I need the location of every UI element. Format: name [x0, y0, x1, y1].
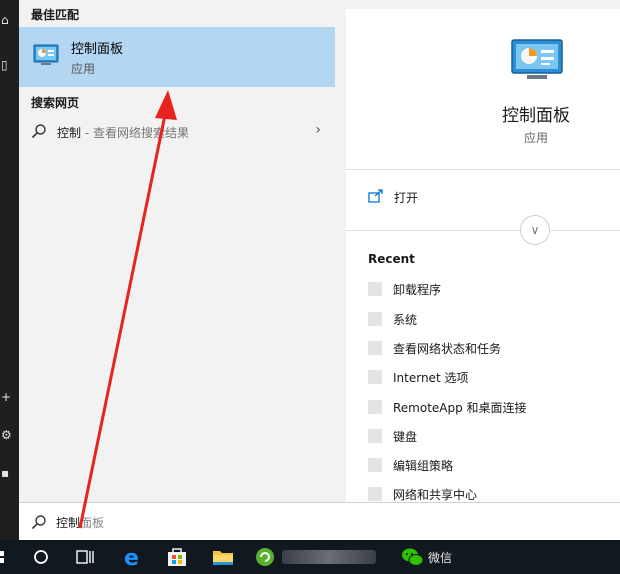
- app-icon[interactable]: [252, 540, 278, 574]
- more-icon[interactable]: +: [0, 387, 19, 407]
- svg-text:e: e: [124, 546, 139, 571]
- divider: [346, 169, 620, 170]
- wechat-label: 微信: [428, 551, 453, 565]
- web-search-result[interactable]: 控制 - 查看网络搜索结果 ›: [19, 118, 335, 146]
- control-panel-icon: [33, 44, 59, 65]
- wechat-icon[interactable]: [400, 540, 426, 574]
- recent-item-label: 键盘: [393, 430, 418, 444]
- recent-item-label: Internet 选项: [393, 371, 469, 385]
- chevron-down-icon: ∨: [530, 223, 540, 237]
- settings-icon[interactable]: ⚙: [0, 425, 19, 445]
- details-title: 控制面板: [502, 106, 570, 126]
- recent-item-icon: [368, 312, 382, 326]
- recent-item-icon: [368, 341, 382, 355]
- search-results-panel: 最佳匹配 控制面板 应用 搜索网页 控制 - 查看网络搜索结果 ›: [19, 0, 335, 502]
- details-subtitle: 应用: [523, 131, 548, 145]
- web-search-heading: 搜索网页: [31, 96, 80, 110]
- documents-icon[interactable]: ▯: [0, 55, 19, 75]
- web-search-query: 控制: [57, 126, 82, 140]
- search-box[interactable]: 控制面板: [19, 502, 620, 540]
- start-menu-rail: ⌂ ▯ + ⚙ ▪: [0, 0, 19, 540]
- best-match-title: 控制面板: [71, 42, 124, 57]
- search-typed-text: 控制: [56, 516, 81, 530]
- chevron-right-icon[interactable]: ›: [315, 122, 321, 138]
- divider: [346, 230, 620, 231]
- taskbar: e 微信: [0, 540, 620, 574]
- cortana-icon[interactable]: [30, 540, 52, 574]
- recent-item-label: 查看网络状态和任务: [393, 342, 502, 356]
- recent-item-icon: [368, 429, 382, 443]
- expand-button[interactable]: ∨: [520, 215, 550, 245]
- task-view-icon[interactable]: [74, 540, 96, 574]
- recent-item-icon: [368, 487, 382, 501]
- search-icon: [31, 515, 46, 530]
- recent-item-label: RemoteApp 和桌面连接: [393, 401, 527, 415]
- home-icon[interactable]: ⌂: [0, 10, 19, 30]
- power-icon[interactable]: ▪: [0, 463, 19, 483]
- recent-item-icon: [368, 458, 382, 472]
- recent-item-label: 卸载程序: [393, 283, 442, 297]
- recent-item-label: 网络和共享中心: [393, 488, 478, 502]
- search-suggestion-text: 面板: [80, 516, 105, 530]
- search-icon: [31, 124, 46, 139]
- edge-icon[interactable]: e: [120, 540, 146, 574]
- blurred-window-title: [282, 550, 376, 564]
- web-search-text: 控制 - 查看网络搜索结果: [57, 124, 189, 141]
- open-icon: [368, 189, 383, 203]
- recent-heading: Recent: [368, 252, 415, 266]
- control-panel-large-icon: [511, 39, 563, 79]
- recent-item-label: 系统: [393, 313, 418, 327]
- best-match-item[interactable]: 控制面板 应用: [19, 27, 335, 87]
- search-input[interactable]: 控制面板: [56, 514, 104, 531]
- store-icon[interactable]: [164, 540, 190, 574]
- details-panel: 控制面板 应用 打开 ∨ Recent 卸载程序 系统 查看网络状态和任务 In…: [346, 9, 620, 502]
- web-search-suffix: - 查看网络搜索结果: [81, 126, 189, 140]
- recent-item-icon: [368, 400, 382, 414]
- recent-item-icon: [368, 370, 382, 384]
- open-label: 打开: [394, 191, 419, 205]
- best-match-heading: 最佳匹配: [31, 8, 80, 22]
- file-explorer-icon[interactable]: [210, 540, 236, 574]
- recent-item-label: 编辑组策略: [393, 459, 454, 473]
- recent-item-icon: [368, 282, 382, 296]
- start-icon[interactable]: [0, 540, 10, 574]
- best-match-subtitle: 应用: [71, 62, 96, 76]
